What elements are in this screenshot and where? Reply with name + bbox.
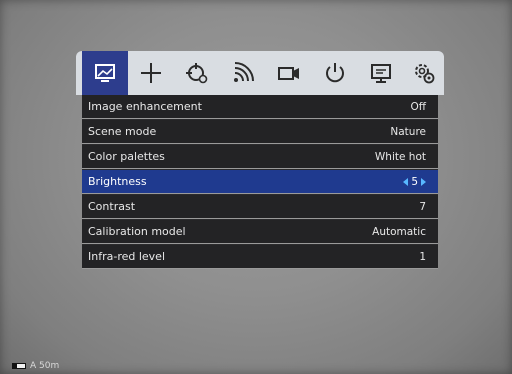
menu-item-label: Infra-red level bbox=[88, 250, 166, 263]
menu-item-scene-mode[interactable]: Scene mode Nature bbox=[82, 120, 438, 144]
tab-image-settings[interactable] bbox=[82, 51, 128, 95]
video-camera-icon bbox=[278, 67, 299, 80]
menu-item-label: Brightness bbox=[88, 175, 147, 188]
menu-item-contrast[interactable]: Contrast 7 bbox=[82, 195, 438, 219]
tab-power[interactable] bbox=[312, 51, 358, 95]
power-icon bbox=[326, 63, 344, 83]
decrease-arrow-icon[interactable] bbox=[403, 177, 409, 186]
status-bar: A 50m bbox=[12, 360, 59, 372]
settings-menu: Image enhancement Off Scene mode Nature … bbox=[76, 51, 444, 269]
menu-item-label: Image enhancement bbox=[88, 100, 202, 113]
wifi-icon bbox=[234, 62, 254, 82]
tab-display[interactable] bbox=[358, 51, 404, 95]
image-settings-icon bbox=[95, 64, 115, 82]
menu-item-color-palettes[interactable]: Color palettes White hot bbox=[82, 145, 438, 169]
tab-reticle[interactable] bbox=[128, 51, 174, 95]
menu-item-value: 7 bbox=[419, 200, 426, 213]
menu-item-value: Off bbox=[410, 100, 427, 113]
menu-item-value: White hot bbox=[374, 150, 426, 163]
increase-arrow-icon[interactable] bbox=[421, 177, 426, 186]
tab-video[interactable] bbox=[266, 51, 312, 95]
menu-item-value: Nature bbox=[390, 125, 426, 138]
menu-item-label: Calibration model bbox=[88, 225, 186, 238]
menu-item-value: 1 bbox=[419, 250, 426, 263]
menu-item-value: Automatic bbox=[372, 225, 426, 238]
menu-list: Image enhancement Off Scene mode Nature … bbox=[82, 95, 438, 269]
battery-icon bbox=[12, 363, 26, 369]
gear-icon bbox=[415, 64, 435, 84]
menu-item-label: Color palettes bbox=[88, 150, 165, 163]
crosshair-icon bbox=[141, 63, 161, 83]
status-text: A 50m bbox=[30, 361, 60, 371]
menu-item-calibration-model[interactable]: Calibration model Automatic bbox=[82, 220, 438, 244]
menu-icon-bar bbox=[76, 51, 444, 95]
tab-wifi[interactable] bbox=[220, 51, 266, 95]
tab-target-settings[interactable] bbox=[174, 51, 220, 95]
display-icon bbox=[371, 64, 391, 83]
target-settings-icon bbox=[186, 63, 208, 84]
menu-item-label: Scene mode bbox=[88, 125, 157, 138]
menu-item-infra-red-level[interactable]: Infra-red level 1 bbox=[82, 245, 438, 269]
menu-item-label: Contrast bbox=[88, 200, 136, 213]
menu-item-image-enhancement[interactable]: Image enhancement Off bbox=[82, 95, 438, 119]
brightness-value: 5 bbox=[411, 175, 418, 188]
menu-item-brightness[interactable]: Brightness 5 bbox=[82, 170, 438, 194]
brightness-stepper[interactable]: 5 bbox=[403, 176, 426, 188]
tab-settings[interactable] bbox=[404, 51, 444, 95]
